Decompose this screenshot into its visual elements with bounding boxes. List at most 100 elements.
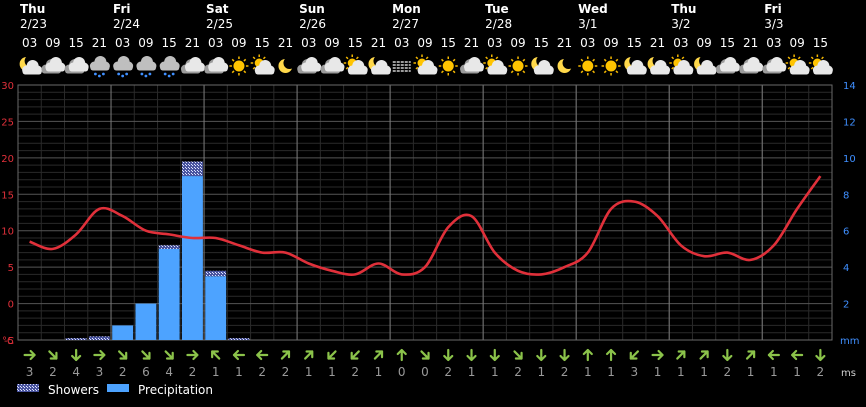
right-axis-tick: 10 — [843, 154, 856, 165]
wind-speed: 1 — [468, 365, 476, 379]
wind-unit: ms — [841, 368, 856, 379]
left-axis-tick: 10 — [1, 227, 14, 238]
wind-speed: 0 — [421, 365, 429, 379]
hour-label: 15 — [534, 36, 549, 50]
day-date: 3/2 — [671, 17, 690, 31]
wind-speed: 1 — [793, 365, 801, 379]
hour-label: 21 — [650, 36, 665, 50]
right-axis-tick: 2 — [843, 300, 849, 311]
hour-label: 03 — [115, 36, 130, 50]
wind-speed: 0 — [398, 365, 406, 379]
wind-speed: 1 — [654, 365, 662, 379]
hour-label: 15 — [255, 36, 270, 50]
showers-bar — [181, 161, 203, 177]
day-date: 2/27 — [392, 17, 419, 31]
hour-label: 03 — [766, 36, 781, 50]
hour-label: 21 — [278, 36, 293, 50]
right-axis-tick: 6 — [843, 227, 849, 238]
hour-label: 03 — [580, 36, 595, 50]
precipitation-bar — [135, 303, 157, 340]
wind-speed: 2 — [561, 365, 569, 379]
hour-label: 09 — [138, 36, 153, 50]
left-axis-tick: 5 — [8, 263, 14, 274]
left-axis-tick: 15 — [1, 190, 14, 201]
hour-label: 21 — [743, 36, 758, 50]
wind-speed: 1 — [328, 365, 336, 379]
wind-speed: 4 — [165, 365, 173, 379]
wind-speed: 6 — [142, 365, 150, 379]
wind-speed: 3 — [96, 365, 104, 379]
wind-speed: 1 — [375, 365, 383, 379]
right-axis-tick: 12 — [843, 117, 856, 128]
wind-speed: 3 — [630, 365, 638, 379]
day-name: Mon — [392, 2, 421, 16]
wind-speed: 1 — [584, 365, 592, 379]
left-axis-tick: 30 — [1, 81, 14, 92]
precipitation-bar — [205, 276, 227, 340]
hour-label: 09 — [231, 36, 246, 50]
day-name: Fri — [113, 2, 130, 16]
left-axis-tick: 0 — [8, 300, 14, 311]
wind-speed: 2 — [258, 365, 266, 379]
hour-label: 21 — [92, 36, 107, 50]
hour-label: 03 — [22, 36, 37, 50]
wind-speed: 3 — [26, 365, 34, 379]
hour-label: 03 — [301, 36, 316, 50]
showers-bar — [65, 338, 87, 340]
wind-speed: 2 — [282, 365, 290, 379]
wind-speed: 1 — [235, 365, 243, 379]
showers-legend-label: Showers — [48, 383, 99, 397]
hour-label: 21 — [557, 36, 572, 50]
hour-label: 09 — [510, 36, 525, 50]
showers-bar — [228, 338, 250, 340]
hour-label: 09 — [789, 36, 804, 50]
wind-speed: 2 — [444, 365, 452, 379]
right-axis-unit: mm — [840, 336, 859, 347]
day-name: Thu — [671, 2, 696, 16]
hour-header: 03 09 15 21 03 09 15 21 03 09 15 21 03 09 15 21 03 09 15 21… — [22, 36, 828, 50]
wind-speed: 2 — [514, 365, 522, 379]
wind-speed: 1 — [770, 365, 778, 379]
day-name: Wed — [578, 2, 608, 16]
day-name: Thu — [20, 2, 45, 16]
hour-label: 03 — [394, 36, 409, 50]
precipitation-bar — [112, 325, 134, 340]
hour-label: 09 — [696, 36, 711, 50]
day-date: 2/28 — [485, 17, 512, 31]
wind-speed: 4 — [72, 365, 80, 379]
precipitation-legend-label: Precipitation — [138, 383, 213, 397]
day-date: 2/26 — [299, 17, 326, 31]
right-axis-tick: 14 — [843, 81, 856, 92]
left-axis-unit: °C — [2, 336, 14, 347]
hour-label: 15 — [627, 36, 642, 50]
wind-speed: 1 — [700, 365, 708, 379]
hour-label: 03 — [487, 36, 502, 50]
day-date: 3/3 — [764, 17, 783, 31]
wind-speed: 1 — [747, 365, 755, 379]
hour-label: 15 — [348, 36, 363, 50]
day-date: 2/25 — [206, 17, 233, 31]
hour-label: 21 — [464, 36, 479, 50]
precipitation-swatch — [107, 384, 129, 392]
day-name: Sun — [299, 2, 325, 16]
showers-swatch — [17, 384, 39, 392]
wind-speed: 1 — [305, 365, 313, 379]
day-date: 2/24 — [113, 17, 140, 31]
wind-speed: 1 — [491, 365, 499, 379]
hour-label: 21 — [185, 36, 200, 50]
wind-speed: 2 — [49, 365, 57, 379]
hour-label: 09 — [603, 36, 618, 50]
hour-label: 15 — [720, 36, 735, 50]
weather-forecast-chart: Thu2/23Fri2/24Sat2/25Sun2/26Mon2/27Tue2/… — [0, 0, 866, 403]
right-axis-tick: 4 — [843, 263, 849, 274]
precipitation-bar — [158, 248, 180, 340]
left-axis-tick: 20 — [1, 154, 14, 165]
hour-label: 03 — [673, 36, 688, 50]
precipitation-bar — [181, 176, 203, 340]
showers-bar — [205, 270, 227, 277]
wind-speed: 2 — [119, 365, 127, 379]
wind-speed: 1 — [537, 365, 545, 379]
hour-label: 15 — [813, 36, 828, 50]
wind-speed: 1 — [607, 365, 615, 379]
day-name: Tue — [485, 2, 509, 16]
